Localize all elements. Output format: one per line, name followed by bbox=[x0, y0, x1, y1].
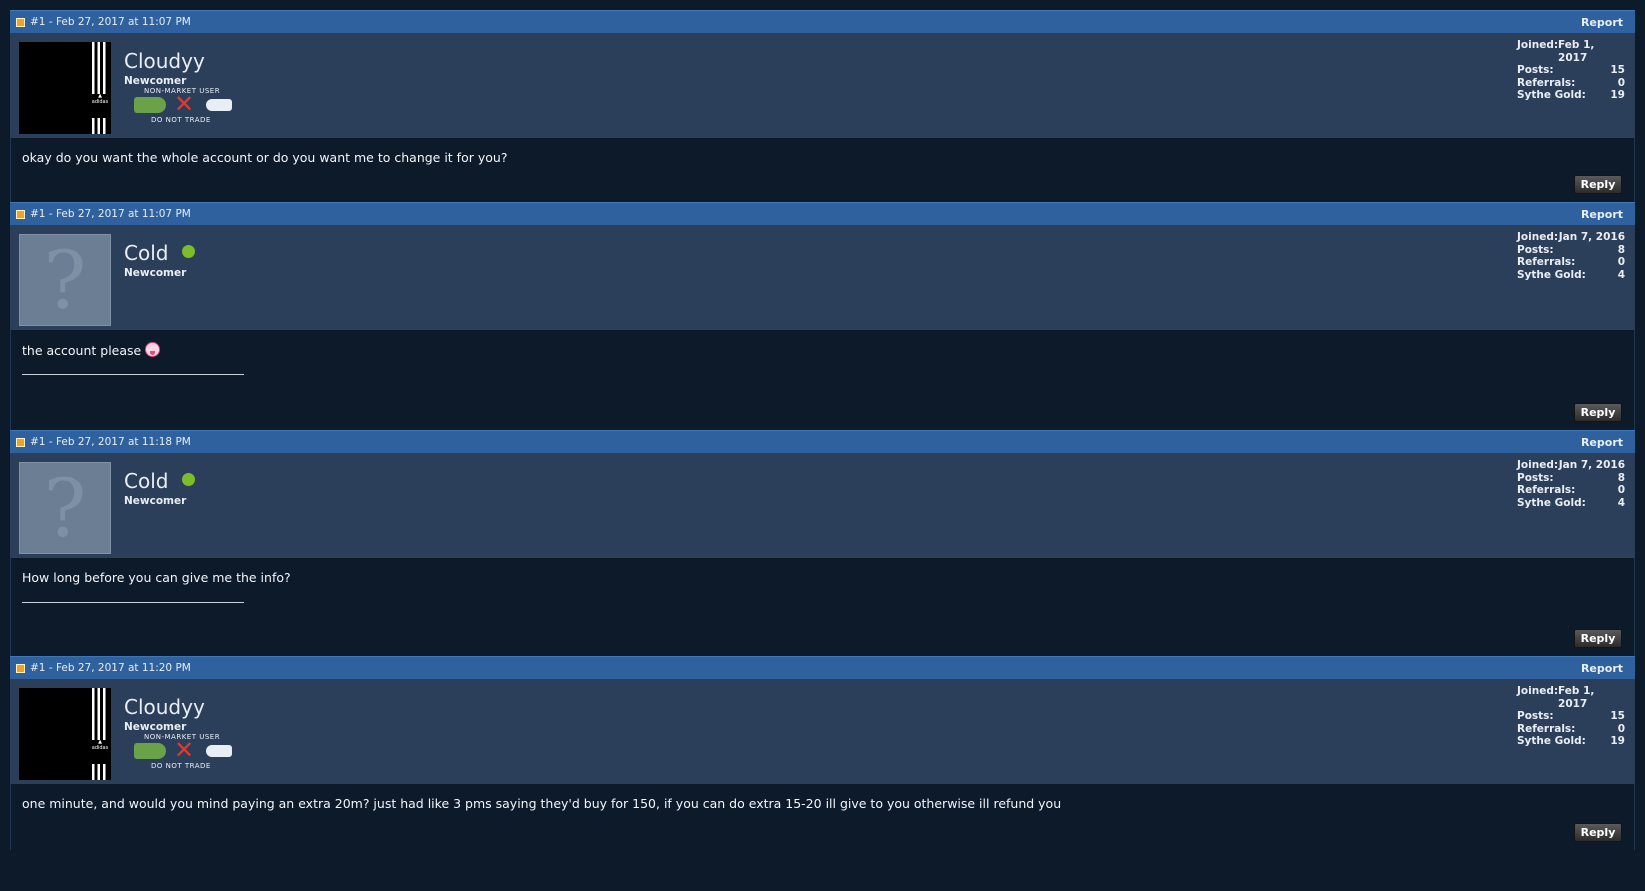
post: #1 - Feb 27, 2017 at 11:07 PM Report ? C… bbox=[10, 202, 1635, 430]
post-icon bbox=[16, 17, 25, 27]
post-header: #1 - Feb 27, 2017 at 11:07 PM Report bbox=[10, 202, 1635, 225]
user-stats: Joined: Jan 7, 2016 Posts: 8 Referrals: 0 S… bbox=[1517, 459, 1625, 509]
report-link[interactable]: Report bbox=[1581, 208, 1623, 221]
post-body: okay do you want the whole account or do… bbox=[10, 138, 1635, 202]
username[interactable]: Cloudyy bbox=[124, 49, 205, 73]
user-info: ▲ adidas Cloudyy Newcomer NON-MARKET USER… bbox=[10, 679, 1635, 784]
post-header: #1 - Feb 27, 2017 at 11:20 PM Report bbox=[10, 656, 1635, 679]
badge-bottom-text: DO NOT TRADE bbox=[151, 762, 211, 770]
cross-icon: ✕ bbox=[174, 90, 195, 118]
user-info: ▲ adidas Cloudyy Newcomer NON-MARKET USER… bbox=[10, 33, 1635, 138]
non-market-badge: NON-MARKET USER ✕ DO NOT TRADE bbox=[134, 87, 234, 127]
thread-posts: #1 - Feb 27, 2017 at 11:07 PM Report ▲ ad… bbox=[10, 0, 1635, 850]
signature-divider bbox=[22, 374, 244, 375]
posts-value: 15 bbox=[1610, 64, 1625, 76]
reply-button[interactable]: Reply bbox=[1574, 823, 1622, 842]
post-meta: #1 - Feb 27, 2017 at 11:07 PM bbox=[30, 208, 191, 220]
username[interactable]: Cold bbox=[124, 241, 196, 265]
joined-value: Feb 1, 2017 bbox=[1558, 39, 1595, 64]
referrals-value: 0 bbox=[1617, 484, 1625, 496]
post-body: one minute, and would you mind paying an… bbox=[10, 784, 1635, 850]
avatar[interactable]: ? bbox=[19, 462, 111, 555]
joined-value: Feb 1, 2017 bbox=[1558, 685, 1595, 710]
badge-bottom-text: DO NOT TRADE bbox=[151, 116, 211, 124]
reply-button[interactable]: Reply bbox=[1574, 175, 1622, 194]
user-stats: Joined: Feb 1, 2017 Posts: 15 Referrals: 0 … bbox=[1517, 39, 1625, 101]
posts-value: 8 bbox=[1617, 471, 1625, 484]
post-icon bbox=[16, 437, 25, 447]
username[interactable]: Cloudyy bbox=[124, 695, 205, 719]
adidas-stripes-icon bbox=[92, 42, 108, 134]
user-info: ? Cold Newcomer Joined: Jan 7, 2016 Posts… bbox=[10, 225, 1635, 330]
post-body: the account please Reply bbox=[10, 330, 1635, 430]
post-message: the account please bbox=[22, 342, 161, 358]
non-market-badge: NON-MARKET USER ✕ DO NOT TRADE bbox=[134, 733, 234, 773]
gold-value: 4 bbox=[1617, 496, 1625, 509]
hand-money-icon bbox=[134, 97, 166, 113]
user-rank: Newcomer bbox=[124, 721, 187, 733]
gold-value: 4 bbox=[1617, 268, 1625, 281]
question-mark-icon: ? bbox=[43, 462, 87, 555]
user-stats: Joined: Jan 7, 2016 Posts: 8 Referrals: 0 S… bbox=[1517, 231, 1625, 281]
referrals-value: 0 bbox=[1617, 76, 1625, 89]
report-link[interactable]: Report bbox=[1581, 16, 1623, 29]
avatar[interactable]: ▲ adidas bbox=[19, 688, 111, 780]
username[interactable]: Cold bbox=[124, 469, 196, 493]
user-info: ? Cold Newcomer Joined: Jan 7, 2016 Posts… bbox=[10, 453, 1635, 558]
post: #1 - Feb 27, 2017 at 11:18 PM Report ? C… bbox=[10, 430, 1635, 656]
post-header: #1 - Feb 27, 2017 at 11:18 PM Report bbox=[10, 430, 1635, 453]
online-status-icon bbox=[182, 473, 196, 486]
posts-value: 8 bbox=[1617, 243, 1625, 256]
post-message: one minute, and would you mind paying an… bbox=[22, 796, 1062, 811]
post-message: How long before you can give me the info… bbox=[22, 570, 291, 585]
adidas-stripes-icon bbox=[92, 688, 108, 780]
user-stats: Joined: Feb 1, 2017 Posts: 15 Referrals: 0 … bbox=[1517, 685, 1625, 747]
user-rank: Newcomer bbox=[124, 267, 187, 279]
reply-button[interactable]: Reply bbox=[1574, 403, 1622, 422]
posts-value: 15 bbox=[1610, 710, 1625, 722]
user-rank: Newcomer bbox=[124, 495, 187, 507]
report-link[interactable]: Report bbox=[1581, 662, 1623, 675]
online-status-icon bbox=[182, 245, 196, 258]
post-meta: #1 - Feb 27, 2017 at 11:07 PM bbox=[30, 16, 191, 28]
adidas-logo-icon: ▲ adidas bbox=[91, 739, 109, 764]
hand-icon bbox=[206, 745, 232, 757]
question-mark-icon: ? bbox=[43, 234, 87, 327]
user-rank: Newcomer bbox=[124, 75, 187, 87]
gold-value: 19 bbox=[1610, 735, 1625, 747]
joined-value: Jan 7, 2016 bbox=[1558, 231, 1625, 243]
cross-icon: ✕ bbox=[174, 736, 195, 764]
hand-icon bbox=[206, 99, 232, 111]
referrals-value: 0 bbox=[1617, 722, 1625, 735]
tongue-emoji-icon bbox=[145, 342, 161, 357]
adidas-logo-icon: ▲ adidas bbox=[91, 93, 109, 118]
post: #1 - Feb 27, 2017 at 11:07 PM Report ▲ ad… bbox=[10, 10, 1635, 202]
referrals-value: 0 bbox=[1617, 256, 1625, 268]
post-icon bbox=[16, 209, 25, 219]
post-body: How long before you can give me the info… bbox=[10, 558, 1635, 656]
post-meta: #1 - Feb 27, 2017 at 11:18 PM bbox=[30, 436, 191, 448]
post-message: okay do you want the whole account or do… bbox=[22, 150, 508, 165]
report-link[interactable]: Report bbox=[1581, 436, 1623, 449]
joined-value: Jan 7, 2016 bbox=[1558, 459, 1625, 471]
signature-divider bbox=[22, 602, 244, 603]
hand-money-icon bbox=[134, 743, 166, 759]
post-meta: #1 - Feb 27, 2017 at 11:20 PM bbox=[30, 662, 191, 674]
post-header: #1 - Feb 27, 2017 at 11:07 PM Report bbox=[10, 10, 1635, 33]
post-icon bbox=[16, 663, 25, 673]
post: #1 - Feb 27, 2017 at 11:20 PM Report ▲ ad… bbox=[10, 656, 1635, 850]
avatar[interactable]: ▲ adidas bbox=[19, 42, 111, 134]
reply-button[interactable]: Reply bbox=[1574, 629, 1622, 648]
avatar[interactable]: ? bbox=[19, 234, 111, 327]
gold-value: 19 bbox=[1610, 89, 1625, 101]
